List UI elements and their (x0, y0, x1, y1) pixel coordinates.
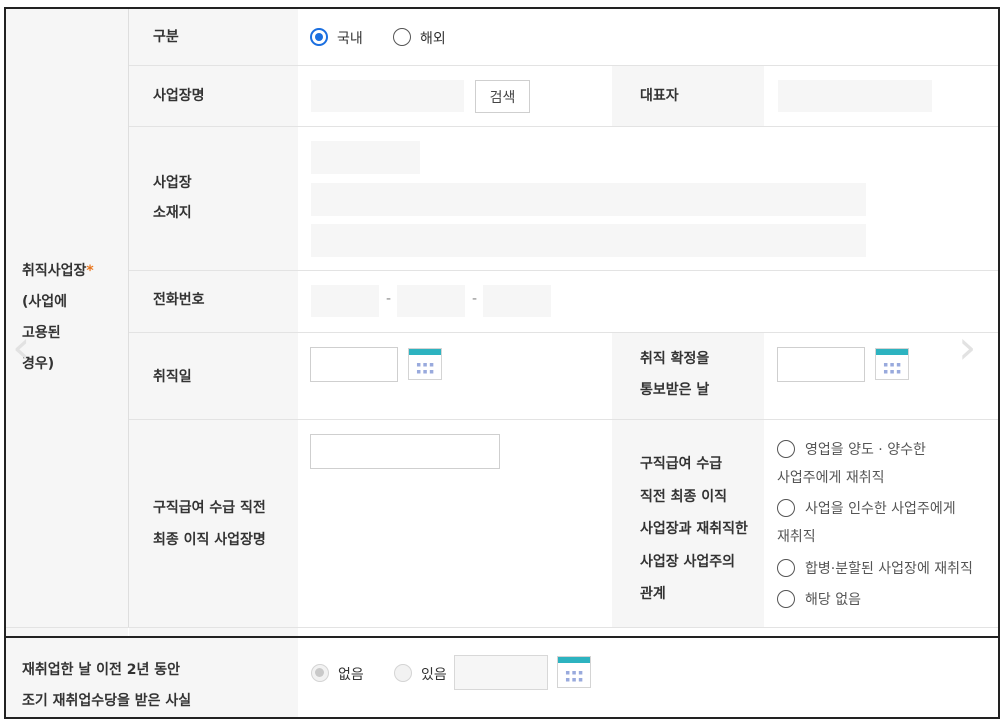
radio-overseas-label: 해외 (420, 31, 446, 47)
row-divider (6, 627, 998, 628)
relation-label: 구직급여 수급 직전 최종 이직 사업장과 재취직한 사업장 사업주의 관계 (640, 456, 748, 602)
workplace-name-input[interactable] (311, 80, 464, 112)
section-label: 취직사업장* (사업에 고용된 경우) (22, 263, 94, 372)
employment-date-input[interactable] (310, 347, 398, 382)
chevron-right-icon[interactable]: › (958, 320, 976, 374)
radio-relation-none[interactable] (777, 590, 795, 608)
column-divider (128, 9, 129, 627)
last-workplace-label: 구직급여 수급 직전 최종 이직 사업장명 (153, 500, 266, 548)
zipcode-input[interactable] (311, 141, 420, 174)
phone-middle-input[interactable] (397, 285, 465, 317)
row-divider (129, 270, 998, 271)
radio-domestic-label: 국내 (337, 31, 363, 47)
table-bottom-border (4, 717, 1000, 719)
search-button[interactable]: 검색 (475, 80, 530, 113)
calendar-icon[interactable]: ▪▪▪ ▪▪▪ (557, 656, 591, 688)
radio-domestic[interactable] (310, 28, 328, 46)
radio-early-yes[interactable] (394, 664, 412, 682)
row-divider (129, 126, 998, 127)
representative-input[interactable] (778, 80, 932, 112)
radio-relation-merger[interactable] (777, 559, 795, 577)
radio-relation-acquire[interactable] (777, 499, 795, 517)
phone-separator: - (386, 291, 392, 307)
relation-acquire-label-cont: 재취직 (777, 529, 816, 545)
radio-overseas[interactable] (393, 28, 411, 46)
row-divider (129, 419, 998, 420)
relation-merger-label: 합병·분할된 사업장에 재취직 (805, 561, 973, 577)
radio-relation-transfer[interactable] (777, 440, 795, 458)
row-divider (129, 332, 998, 333)
early-reemployment-label: 재취업한 날 이전 2년 동안 조기 재취업수당을 받은 사실 (22, 662, 192, 709)
representative-label: 대표자 (640, 88, 679, 104)
type-label: 구분 (153, 29, 179, 45)
chevron-left-icon[interactable]: ‹ (12, 320, 30, 374)
calendar-icon[interactable]: ▪▪▪ ▪▪▪ (408, 348, 442, 380)
address-line1-input[interactable] (311, 183, 866, 216)
required-mark: * (86, 263, 94, 279)
notified-date-label: 취직 확정을 통보받은 날 (640, 351, 710, 398)
phone-area-input[interactable] (311, 285, 379, 317)
last-workplace-input[interactable] (310, 434, 500, 469)
phone-label: 전화번호 (153, 292, 205, 308)
relation-transfer-label: 영업을 양도 · 양수한 (805, 442, 926, 458)
table-right-border (998, 7, 1000, 719)
phone-last-input[interactable] (483, 285, 551, 317)
calendar-icon[interactable]: ▪▪▪ ▪▪▪ (875, 348, 909, 380)
radio-early-yes-label: 있음 (421, 667, 447, 683)
radio-early-none-label: 없음 (338, 667, 364, 683)
relation-none-label: 해당 없음 (805, 592, 861, 608)
address-label: 사업장 소재지 (153, 175, 192, 221)
phone-separator: - (472, 291, 478, 307)
workplace-name-label: 사업장명 (153, 88, 205, 104)
address-line2-input[interactable] (311, 224, 866, 257)
representative-label-cell (612, 66, 764, 126)
row-divider (129, 65, 998, 66)
relation-transfer-label-cont: 사업주에게 재취직 (777, 470, 885, 486)
employment-date-label: 취직일 (153, 369, 192, 385)
notified-date-input[interactable] (777, 347, 865, 382)
radio-early-none[interactable] (311, 664, 329, 682)
early-date-input[interactable] (454, 655, 548, 690)
relation-acquire-label: 사업을 인수한 사업주에게 (805, 501, 956, 517)
